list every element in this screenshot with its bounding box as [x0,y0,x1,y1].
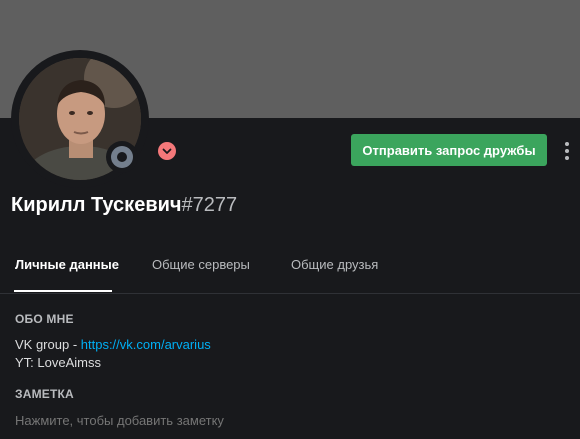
chevron-down-icon [162,148,172,154]
about-vk-prefix: VK group - [15,337,81,352]
display-name: Кирилл Тускевич [11,194,182,216]
vk-group-link[interactable]: https://vk.com/arvarius [81,337,211,352]
avatar-frame [11,50,149,188]
more-dot [565,149,569,153]
more-vertical-icon[interactable] [560,139,574,163]
about-me-text: VK group - https://vk.com/arvarius YT: L… [15,336,211,372]
more-dot [565,156,569,160]
profile-tabs: Личные данные Общие серверы Общие друзья [0,244,580,294]
user-profile-card: Отправить запрос дружбы Кирилл Тускевич#… [0,0,580,439]
more-dot [565,142,569,146]
about-line-yt: YT: LoveAimss [15,355,101,370]
note-input[interactable] [15,410,565,430]
tab-user-info[interactable]: Личные данные [15,257,119,272]
nitro-badge-icon[interactable] [158,142,176,160]
about-me-heading: Обо мне [15,312,74,326]
username: Кирилл Тускевич#7277 [11,194,237,217]
offline-status-icon [111,146,133,168]
active-tab-indicator [14,290,112,292]
discriminator: #7277 [181,194,238,216]
tab-mutual-friends[interactable]: Общие друзья [291,257,378,272]
status-indicator [106,141,138,173]
note-heading: Заметка [15,387,74,401]
about-line-vk: VK group - https://vk.com/arvarius [15,336,211,354]
send-friend-request-button[interactable]: Отправить запрос дружбы [351,134,547,166]
tab-mutual-servers[interactable]: Общие серверы [152,257,250,272]
